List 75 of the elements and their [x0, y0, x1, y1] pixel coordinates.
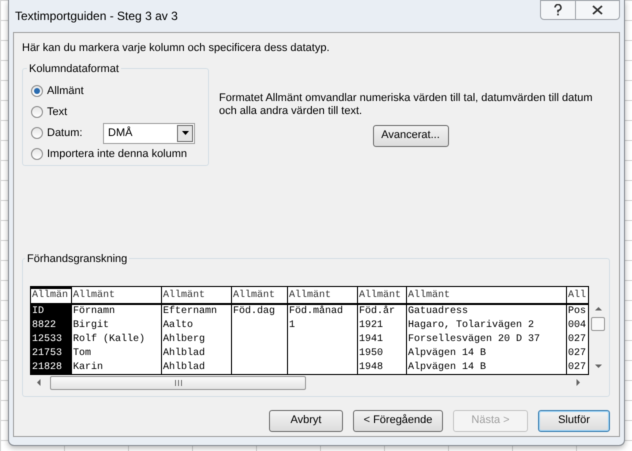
dialog-button[interactable]: Avbryt — [269, 410, 343, 432]
column-type-header[interactable]: Allmänt — [358, 288, 406, 304]
table-cell: Ahlblad — [163, 348, 206, 358]
table-cell: ID — [32, 306, 44, 316]
table-cell: Efternamn — [163, 306, 218, 316]
table-cell: Föd.år — [359, 306, 396, 316]
table-cell: 027 — [568, 362, 586, 372]
table-cell: 1941 — [359, 334, 384, 344]
scroll-down-icon — [594, 364, 602, 368]
preview-column[interactable]: Allmän ID 8822 12533 21753 21828 — [31, 286, 72, 374]
preview-column[interactable]: Allmänt Föd.år 1921 1941 1950 1948 — [358, 286, 407, 374]
table-cell: 21753 — [32, 348, 62, 358]
close-button[interactable] — [576, 0, 620, 20]
close-icon — [592, 5, 603, 15]
column-type-header[interactable]: Allmänt — [407, 288, 566, 304]
column-type-header[interactable]: Allmänt — [232, 288, 287, 304]
table-cell: Tom — [73, 348, 92, 358]
preview-column[interactable]: Allmänt Gatuadress Hagaro, Tolarivägen 2 Forsellesvägen 20 D 37 Alpvägen 14 B Alpvägen 14 B — [407, 286, 567, 374]
scroll-thumb[interactable] — [591, 316, 605, 330]
table-cell: 004 — [568, 320, 586, 330]
window-title: Textimportguiden - Steg 3 av 3 — [15, 8, 178, 25]
radio-label[interactable]: Text — [47, 104, 68, 120]
table-cell: 1948 — [359, 362, 384, 372]
table-cell: 1950 — [359, 348, 384, 358]
table-cell: 21828 — [32, 362, 62, 372]
radio-button[interactable] — [31, 148, 43, 160]
column-type-header[interactable]: Allmänt — [162, 288, 231, 304]
table-cell: Forsellesvägen 20 D 37 — [408, 334, 540, 344]
column-type-header[interactable]: Allmänt — [72, 288, 161, 304]
dialog-button[interactable]: < Föregående — [353, 410, 443, 432]
preview-column[interactable]: Allmänt Efternamn Aalto Ahlberg Ahlblad Ahlblad — [162, 286, 232, 374]
table-cell: 027 — [568, 334, 586, 344]
radio-button[interactable] — [31, 127, 43, 139]
format-description: Formatet Allmänt omvandlar numeriska värden till tal, datumvärden till datum och alla andra värden till text. — [219, 92, 594, 118]
radio-button[interactable] — [31, 106, 43, 118]
table-cell: 1 — [289, 320, 296, 330]
table-cell: 12533 — [32, 334, 62, 344]
table-cell: Hagaro, Tolarivägen 2 — [408, 320, 534, 330]
radio-label[interactable]: Importera inte denna kolumn — [47, 146, 188, 162]
table-cell: Birgit — [73, 320, 110, 330]
table-cell: Ahlblad — [163, 362, 206, 372]
table-cell: Alpvägen 14 B — [408, 362, 486, 372]
advanced-button[interactable]: Avancerat... — [372, 124, 448, 146]
table-cell: Aalto — [163, 320, 194, 330]
preview-column[interactable]: Allmänt Föd.månad 1 — [288, 286, 358, 374]
date-format-dropdown[interactable]: DMÅ — [103, 122, 195, 144]
table-cell: Föd.dag — [233, 306, 276, 316]
table-cell: Ahlberg — [163, 334, 206, 344]
table-cell: Gatuadress — [408, 306, 468, 316]
table-cell: Föd.månad — [289, 306, 344, 316]
grip-icon — [174, 380, 182, 386]
table-cell: Karin — [73, 362, 104, 372]
table-cell: 8822 — [32, 320, 56, 330]
preview-column[interactable]: Allmänt Förnamn Birgit Rolf (Kalle) Tom Karin — [72, 286, 162, 374]
scroll-left-icon — [36, 379, 41, 386]
instruction-text: Här kan du markera varje kolumn och specificera dess datatyp. — [22, 41, 331, 56]
dropdown-arrow-icon — [182, 131, 188, 135]
column-type-header[interactable]: Allmänt — [288, 288, 357, 304]
table-cell: Pos — [568, 306, 586, 316]
radio-label[interactable]: Datum: — [47, 124, 99, 142]
table-cell: Rolf (Kalle) — [73, 334, 146, 344]
scroll-up-icon — [594, 306, 602, 310]
column-type-header[interactable]: Allmän — [31, 288, 71, 304]
table-cell: 027 — [568, 348, 586, 358]
preview-column[interactable]: Allmänt Föd.dag — [232, 286, 288, 374]
help-icon — [553, 4, 563, 16]
table-cell: Förnamn — [73, 306, 116, 316]
scroll-right-icon — [576, 379, 581, 386]
dialog-button[interactable]: Slutför — [538, 410, 610, 432]
table-cell: Alpvägen 14 B — [408, 348, 486, 358]
radio-button[interactable] — [31, 85, 43, 97]
scroll-thumb[interactable] — [50, 376, 306, 390]
table-cell: 1921 — [359, 320, 384, 330]
help-button[interactable] — [540, 0, 576, 20]
radio-label[interactable]: Allmänt — [47, 82, 84, 100]
